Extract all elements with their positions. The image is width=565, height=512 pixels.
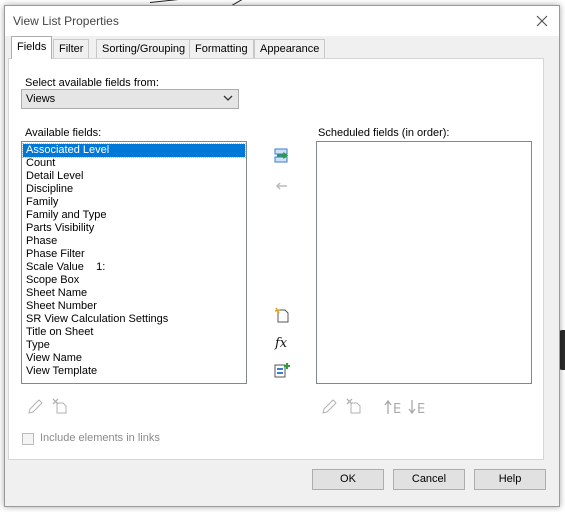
svg-text:E: E	[393, 402, 401, 415]
new-parameter-icon[interactable]	[274, 307, 290, 323]
list-item[interactable]: Sheet Number	[23, 300, 245, 313]
svg-text:fx: fx	[274, 336, 288, 350]
tab-fields[interactable]: Fields	[11, 36, 53, 59]
edit-pencil-icon[interactable]	[27, 399, 43, 415]
list-item[interactable]: Family	[23, 196, 245, 209]
list-item[interactable]: Parts Visibility	[23, 222, 245, 235]
delete-parameter-icon[interactable]	[346, 398, 362, 414]
list-item[interactable]: Family and Type	[23, 209, 245, 222]
scheduled-fields-label: Scheduled fields (in order):	[318, 127, 450, 139]
list-item[interactable]: Phase Filter	[23, 248, 245, 261]
list-item[interactable]: Title on Sheet	[23, 326, 245, 339]
list-item[interactable]: Detail Level	[23, 170, 245, 183]
move-up-icon[interactable]: E	[384, 399, 404, 415]
list-item[interactable]: Discipline	[23, 183, 245, 196]
list-item[interactable]: Sheet Name	[23, 287, 245, 300]
help-button[interactable]: Help	[474, 469, 546, 490]
list-item[interactable]: Phase	[23, 235, 245, 248]
list-item[interactable]: SR View Calculation Settings	[23, 313, 245, 326]
list-item[interactable]: Scale Value 1:	[23, 261, 245, 274]
close-icon	[536, 15, 548, 27]
remove-parameter-icon[interactable]	[274, 178, 290, 194]
combine-parameters-icon[interactable]	[274, 362, 290, 378]
list-item[interactable]: Count	[23, 157, 245, 170]
fx-calculated-value-icon[interactable]: fx	[274, 334, 290, 350]
list-item[interactable]: View Name	[23, 352, 245, 365]
svg-text:E: E	[417, 402, 425, 415]
dropdown-value: Views	[26, 93, 56, 105]
tab-formatting[interactable]: Formatting	[189, 39, 254, 58]
tab-appearance[interactable]: Appearance	[254, 39, 326, 58]
cancel-button[interactable]: Cancel	[393, 469, 465, 490]
chevron-down-icon	[223, 95, 233, 101]
edit-pencil-icon[interactable]	[321, 399, 337, 415]
include-links-label: Include elements in links	[40, 432, 160, 444]
title-bar: View List Properties	[5, 6, 559, 36]
ok-button[interactable]: OK	[312, 469, 384, 490]
fields-source-dropdown[interactable]: Views	[21, 89, 239, 109]
tab-sorting-grouping[interactable]: Sorting/Grouping	[96, 39, 192, 58]
available-fields-label: Available fields:	[25, 127, 102, 139]
list-item[interactable]: Scope Box	[23, 274, 245, 287]
window-title: View List Properties	[13, 14, 119, 28]
add-parameter-icon[interactable]	[274, 148, 290, 164]
tab-filter[interactable]: Filter	[53, 39, 90, 58]
move-down-icon[interactable]: E	[408, 399, 428, 415]
list-item[interactable]: Associated Level	[22, 143, 246, 158]
available-fields-list[interactable]: Associated Level Count Detail Level Disc…	[21, 141, 247, 384]
select-fields-label: Select available fields from:	[25, 77, 159, 89]
close-button[interactable]	[531, 10, 553, 32]
list-item[interactable]: Type	[23, 339, 245, 352]
list-item[interactable]: View Template	[23, 365, 245, 378]
background-line	[149, 0, 210, 3]
scheduled-fields-list[interactable]	[316, 141, 532, 384]
delete-parameter-icon[interactable]	[52, 398, 68, 414]
include-links-checkbox[interactable]	[22, 433, 34, 445]
